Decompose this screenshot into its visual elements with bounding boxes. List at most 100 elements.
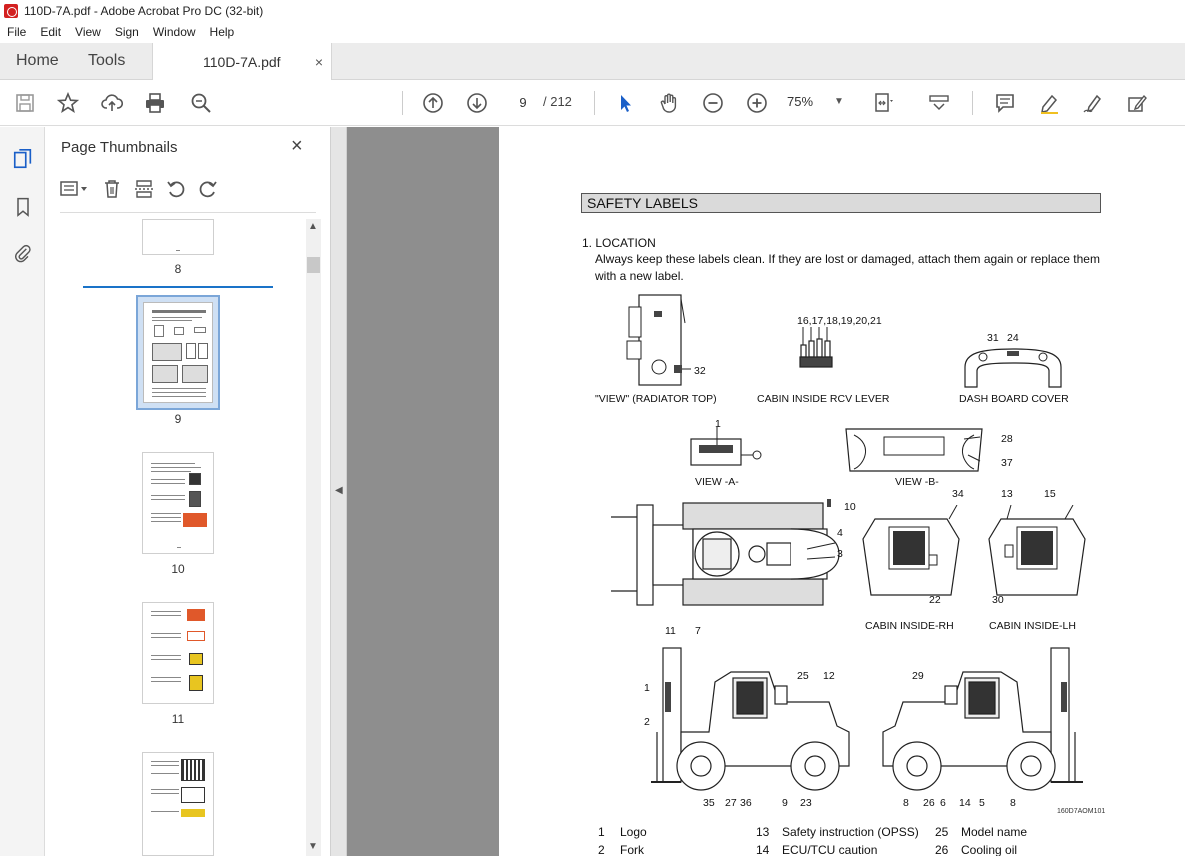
legend-number: 1 bbox=[598, 825, 605, 839]
toolbar-divider bbox=[594, 91, 595, 115]
delete-pages-icon[interactable] bbox=[102, 179, 122, 204]
forklift-top-view-drawing bbox=[611, 499, 840, 606]
figure-label-radiator: "VIEW" (RADIATOR TOP) bbox=[595, 393, 717, 405]
thumbnail-page-9[interactable] bbox=[136, 295, 220, 410]
menu-edit[interactable]: Edit bbox=[33, 25, 68, 39]
callout-10: 10 bbox=[844, 501, 856, 513]
callout-1: 1 bbox=[715, 418, 721, 430]
zoom-level-select[interactable]: 75% bbox=[787, 94, 813, 109]
callout-2: 2 bbox=[644, 716, 650, 728]
fill-sign-icon[interactable] bbox=[1124, 90, 1150, 116]
thumbnail-page-11[interactable] bbox=[142, 602, 214, 704]
tab-tools[interactable]: Tools bbox=[72, 43, 152, 79]
thumbnails-panel-title: Page Thumbnails bbox=[61, 139, 178, 156]
figure-label-cabin-lh: CABIN INSIDE-LH bbox=[989, 620, 1076, 632]
callout-13: 13 bbox=[1001, 488, 1013, 500]
tab-close-icon[interactable]: × bbox=[315, 54, 323, 70]
tab-home[interactable]: Home bbox=[0, 43, 72, 79]
zoom-search-icon[interactable] bbox=[188, 90, 214, 116]
figure-label-cabin-rh: CABIN INSIDE-RH bbox=[865, 620, 954, 632]
callout-26: 26 bbox=[923, 797, 935, 809]
section-title: SAFETY LABELS bbox=[581, 193, 1101, 213]
figure-code: 160D7AOM101 bbox=[1057, 808, 1106, 815]
thumbnail-page-8[interactable] bbox=[142, 219, 214, 255]
callout-4: 4 bbox=[837, 527, 843, 539]
tab-bar: Home Tools 110D-7A.pdf × bbox=[0, 43, 1185, 80]
panel-splitter[interactable]: ◀ bbox=[330, 127, 347, 856]
location-description: Always keep these labels clean. If they … bbox=[595, 252, 1100, 283]
menu-file[interactable]: File bbox=[0, 25, 33, 39]
hand-tool-icon[interactable] bbox=[656, 90, 682, 116]
previous-page-icon[interactable] bbox=[420, 90, 446, 116]
page-number-input[interactable]: 9 bbox=[508, 91, 538, 113]
bookmark-star-icon[interactable] bbox=[55, 90, 81, 116]
thumbnail-page-number: 8 bbox=[174, 262, 182, 276]
figure-label-rcv-lever: CABIN INSIDE RCV LEVER bbox=[757, 393, 890, 405]
callout-9: 9 bbox=[782, 797, 788, 809]
menu-window[interactable]: Window bbox=[146, 25, 203, 39]
view-a-drawing bbox=[690, 427, 762, 466]
legend-text: Logo bbox=[620, 825, 647, 839]
document-page: SAFETY LABELS 1. LOCATION Always keep th… bbox=[499, 127, 1185, 856]
cabin-inside-rh-drawing bbox=[862, 505, 960, 596]
callout-30: 30 bbox=[992, 594, 1004, 606]
menu-help[interactable]: Help bbox=[203, 25, 242, 39]
callout-36: 36 bbox=[740, 797, 752, 809]
scroll-up-chevron-icon[interactable]: ▲ bbox=[308, 221, 318, 232]
bookmarks-icon[interactable] bbox=[11, 195, 35, 219]
zoom-dropdown-chevron-icon[interactable]: ▼ bbox=[834, 96, 844, 107]
thumbnail-page-12[interactable] bbox=[142, 752, 214, 856]
select-cursor-icon[interactable] bbox=[612, 90, 638, 116]
attachments-paperclip-icon[interactable] bbox=[11, 241, 35, 265]
cabin-inside-lh-drawing bbox=[988, 505, 1086, 596]
callout-23: 23 bbox=[800, 797, 812, 809]
thumbnail-page-10[interactable] bbox=[142, 452, 214, 554]
thumbnail-page-number: 10 bbox=[171, 562, 185, 576]
thumbnail-options-icon[interactable] bbox=[60, 180, 90, 203]
upload-cloud-icon[interactable] bbox=[99, 90, 125, 116]
forklift-side-view-right-drawing bbox=[882, 647, 1083, 791]
toolbar-divider bbox=[402, 91, 403, 115]
zoom-out-icon[interactable] bbox=[700, 90, 726, 116]
thumbnails-scrollbar[interactable]: ▲ ▼ bbox=[306, 219, 321, 856]
callout-35: 35 bbox=[703, 797, 715, 809]
save-icon[interactable] bbox=[12, 90, 38, 116]
window-title: 110D-7A.pdf - Adobe Acrobat Pro DC (32-b… bbox=[24, 4, 264, 18]
callout-1-side: 1 bbox=[644, 682, 650, 694]
page-fit-icon[interactable] bbox=[870, 90, 896, 116]
sign-pen-icon[interactable] bbox=[1080, 90, 1106, 116]
scrollbar-thumb[interactable] bbox=[307, 257, 320, 273]
menu-bar: File Edit View Sign Window Help bbox=[0, 22, 1185, 42]
insert-pages-icon[interactable] bbox=[134, 179, 154, 204]
view-b-drawing bbox=[845, 428, 983, 472]
radiator-top-drawing bbox=[626, 294, 691, 386]
collapse-panel-chevron-icon[interactable]: ◀ bbox=[335, 485, 343, 496]
rcv-lever-drawing bbox=[799, 327, 833, 368]
rotate-clockwise-icon[interactable] bbox=[198, 179, 218, 204]
callout-24: 24 bbox=[1007, 332, 1019, 344]
scroll-mode-icon[interactable] bbox=[926, 90, 952, 116]
tab-document-label: 110D-7A.pdf bbox=[203, 53, 281, 70]
menu-view[interactable]: View bbox=[68, 25, 108, 39]
tab-document[interactable]: 110D-7A.pdf × bbox=[152, 43, 332, 80]
highlight-pen-icon[interactable] bbox=[1036, 90, 1062, 116]
legend-number: 13 bbox=[756, 825, 770, 839]
menu-sign[interactable]: Sign bbox=[108, 25, 146, 39]
print-icon[interactable] bbox=[142, 90, 168, 116]
close-icon[interactable]: × bbox=[291, 135, 303, 158]
zoom-in-icon[interactable] bbox=[744, 90, 770, 116]
callout-27: 27 bbox=[725, 797, 737, 809]
legend-text: Safety instruction (OPSS) bbox=[782, 825, 919, 839]
thumbnails-toolbar bbox=[60, 177, 218, 205]
location-heading: 1. LOCATION bbox=[582, 236, 656, 250]
next-page-icon[interactable] bbox=[464, 90, 490, 116]
legend-text: Model name bbox=[961, 825, 1028, 839]
comment-icon[interactable] bbox=[992, 90, 1018, 116]
callout-14: 14 bbox=[959, 797, 971, 809]
figure-label-dash-board: DASH BOARD COVER bbox=[959, 393, 1069, 405]
document-viewport[interactable]: SAFETY LABELS 1. LOCATION Always keep th… bbox=[347, 127, 1185, 856]
scroll-down-chevron-icon[interactable]: ▼ bbox=[308, 841, 318, 852]
callout-7: 7 bbox=[695, 625, 701, 637]
rotate-counterclockwise-icon[interactable] bbox=[166, 179, 186, 204]
page-thumbnails-icon[interactable] bbox=[11, 147, 35, 171]
